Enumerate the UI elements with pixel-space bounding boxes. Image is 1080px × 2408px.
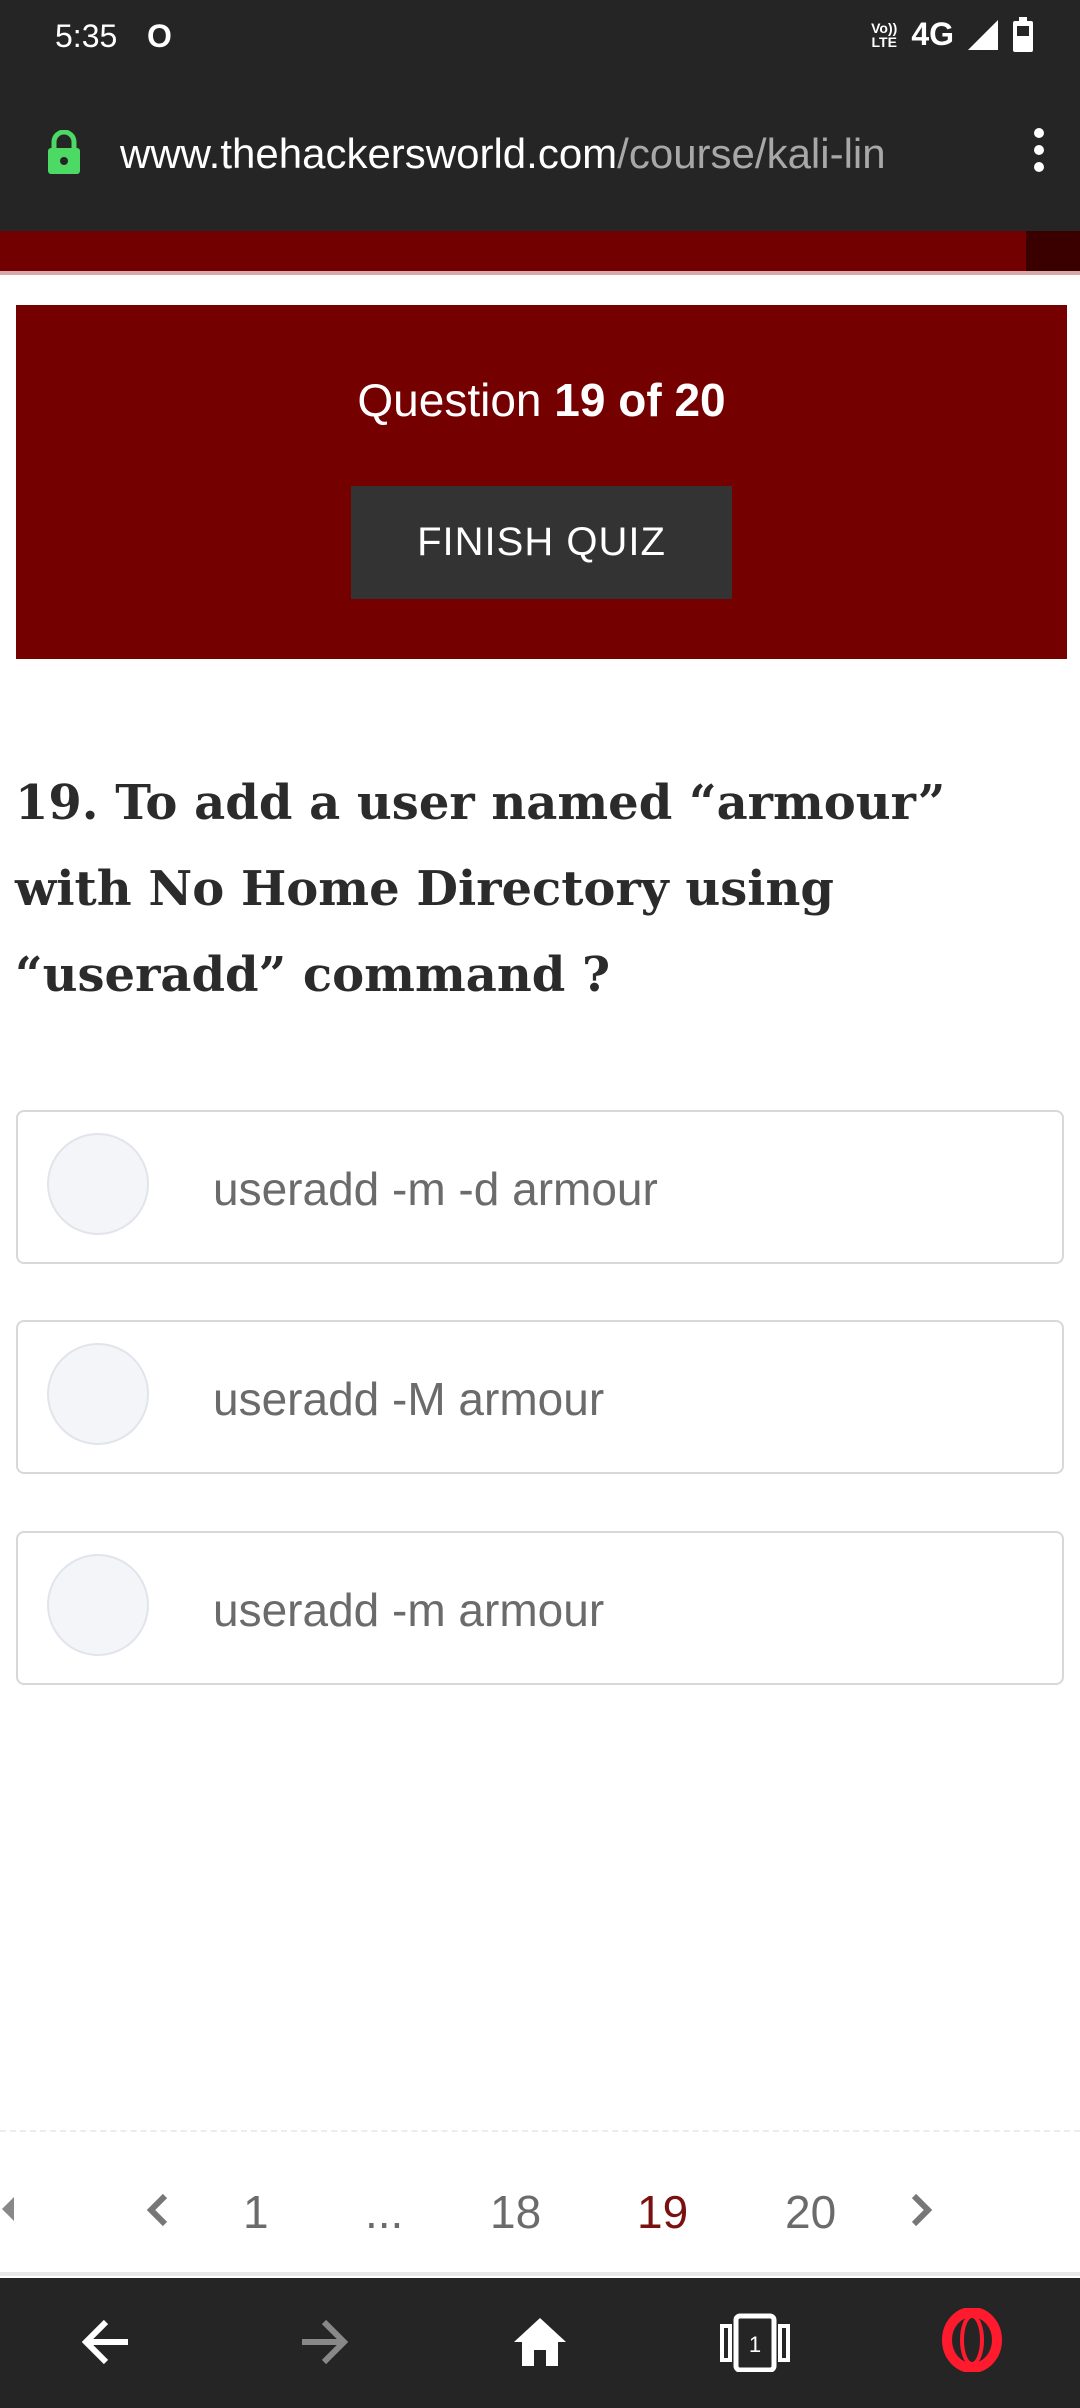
page-link[interactable]: 20 <box>785 2185 836 2239</box>
radio-button[interactable] <box>47 1554 149 1656</box>
answer-option[interactable]: useradd -M armour <box>16 1320 1064 1474</box>
quiz-header: Question 19 of 20 FINISH QUIZ <box>16 305 1067 659</box>
opera-o-icon: O <box>147 18 172 54</box>
scroll-left-icon[interactable] <box>0 2194 16 2224</box>
pagination: 1 ... 18 19 20 <box>0 2150 1080 2270</box>
volte-line2: LTE <box>871 33 897 50</box>
option-label: useradd -m armour <box>213 1584 605 1636</box>
page-ellipsis: ... <box>365 2186 404 2238</box>
status-time: 5:35 <box>55 18 118 54</box>
radio-button[interactable] <box>47 1343 149 1445</box>
quiz-progress-fill <box>0 231 1026 271</box>
option-label: useradd -m -d armour <box>213 1163 658 1215</box>
url-host: www.thehackersworld.com <box>120 130 618 177</box>
divider <box>0 2272 1080 2276</box>
chevron-right-icon[interactable] <box>910 2190 934 2230</box>
status-indicators: Vo)) LTE 4G <box>871 16 1034 53</box>
forward-arrow-icon[interactable] <box>298 2312 348 2372</box>
signal-icon <box>968 19 998 50</box>
status-bar: 5:35 O Vo)) LTE 4G <box>0 0 1080 78</box>
question-counter-prefix: Question <box>357 374 555 426</box>
url-field[interactable]: www.thehackersworld.com/course/kali-lin <box>120 130 962 178</box>
volte-indicator: Vo)) LTE <box>871 21 897 49</box>
url-path: /course/kali-lin <box>617 130 886 177</box>
answer-option[interactable]: useradd -m armour <box>16 1531 1064 1685</box>
page-link[interactable]: 1 <box>243 2185 269 2239</box>
quiz-progress-bar <box>0 231 1080 271</box>
network-type: 4G <box>911 16 954 52</box>
home-icon[interactable] <box>512 2312 568 2372</box>
radio-button[interactable] <box>47 1133 149 1235</box>
volte-line1: Vo)) <box>871 19 898 36</box>
question-counter-value: 19 of 20 <box>554 374 726 426</box>
chevron-left-icon[interactable] <box>145 2190 169 2230</box>
opera-logo-icon[interactable] <box>942 2308 1002 2372</box>
question-text: 19. To add a user named “armour” with No… <box>15 775 946 1003</box>
back-arrow-icon[interactable] <box>82 2312 132 2372</box>
divider <box>0 2130 1080 2132</box>
question-counter: Question 19 of 20 <box>16 373 1067 427</box>
battery-icon <box>1013 16 1033 52</box>
browser-bottom-nav: 1 <box>0 2278 1080 2408</box>
lock-icon <box>48 130 80 174</box>
finish-quiz-button[interactable]: FINISH QUIZ <box>351 486 732 599</box>
more-vert-icon[interactable] <box>1028 128 1050 178</box>
option-label: useradd -M armour <box>213 1373 605 1425</box>
page-link-active[interactable]: 19 <box>637 2185 688 2239</box>
divider <box>0 271 1080 275</box>
address-bar: www.thehackersworld.com/course/kali-lin <box>0 78 1080 231</box>
answer-option[interactable]: useradd -m -d armour <box>16 1110 1064 1264</box>
tabs-icon[interactable]: 1 <box>720 2312 790 2372</box>
page-link[interactable]: 18 <box>490 2185 541 2239</box>
tabs-count: 1 <box>749 2332 761 2357</box>
